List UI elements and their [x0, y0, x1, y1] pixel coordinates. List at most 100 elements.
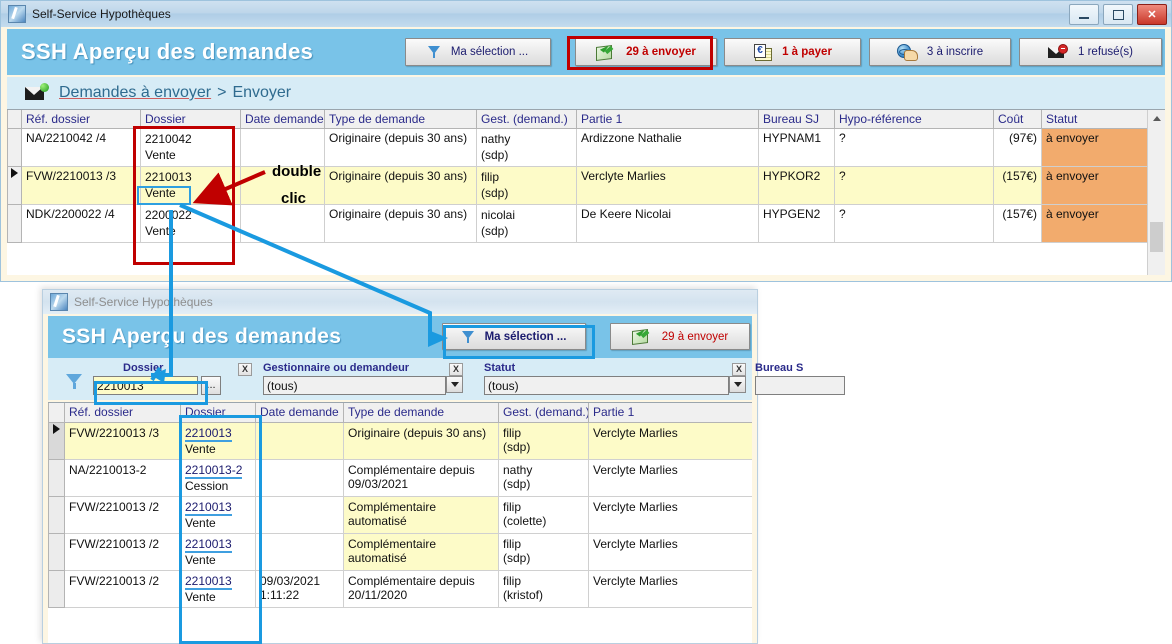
- filter-bureau-input[interactable]: [755, 376, 845, 395]
- sub-cell-gest-name: filip: [503, 536, 522, 551]
- filter-gestionnaire-input[interactable]: (tous): [263, 376, 446, 395]
- col-date-demande[interactable]: Date demande: [240, 110, 325, 129]
- sub-cell-type-demande: Complémentaire automatisé: [343, 495, 499, 534]
- status-badge: à envoyer: [1041, 166, 1151, 205]
- sub-grid: Réf. dossier Dossier Date demande Type d…: [48, 402, 752, 643]
- filter-gestionnaire-clear-button[interactable]: X: [449, 363, 463, 376]
- annotation-red-box-a-envoyer: [567, 36, 713, 70]
- maximize-button[interactable]: [1103, 4, 1133, 25]
- scroll-up-button[interactable]: [1148, 110, 1165, 127]
- sub-cell-partie1: Verclyte Marlies: [588, 458, 752, 497]
- minimize-button[interactable]: [1069, 4, 1099, 25]
- sub-col-partie1[interactable]: Partie 1: [588, 403, 752, 423]
- cell-ref-dossier: FVW/2210013 /3: [21, 166, 141, 205]
- cell-gest-name: nicolai: [481, 208, 516, 222]
- cell-hypo-reference: ?: [834, 166, 994, 205]
- chevron-down-icon: [733, 382, 742, 387]
- cell-gest-sub: (sdp): [481, 224, 509, 238]
- sub-cell-gest-name: filip: [503, 425, 522, 440]
- sub-table-row[interactable]: FVW/2210013 /2 2210013 Vente Complémenta…: [48, 495, 752, 534]
- sub-row-marker: [48, 569, 65, 608]
- sub-window-titlebar: Self-Service Hypothèques: [43, 290, 757, 314]
- main-grid-scrollbar[interactable]: [1147, 110, 1165, 275]
- sub-col-type-demande[interactable]: Type de demande: [343, 403, 499, 423]
- filter-statut-clear-button[interactable]: X: [732, 363, 746, 376]
- sub-table-row[interactable]: FVW/2210013 /2 2210013 Vente Complémenta…: [48, 532, 752, 571]
- col-gest-demand[interactable]: Gest. (demand.): [476, 110, 577, 129]
- filter-dossier-clear-button[interactable]: X: [238, 363, 252, 376]
- sub-col-date-demande[interactable]: Date demande: [255, 403, 344, 423]
- annotation-blue-box-dossier-cell: [137, 186, 191, 205]
- filter-bureau-label: Bureau S: [755, 362, 804, 374]
- toolbar-ma-selection-wrap: Ma sélection ...: [405, 38, 551, 66]
- cell-ref-dossier: NDK/2200022 /4: [21, 204, 141, 243]
- col-ref-dossier[interactable]: Réf. dossier: [21, 110, 141, 129]
- cell-ref-dossier: NA/2210042 /4: [21, 128, 141, 167]
- sub-cell-partie1: Verclyte Marlies: [588, 495, 752, 534]
- sub-table-row[interactable]: FVW/2210013 /2 2210013 Vente 09/03/2021 …: [48, 569, 752, 608]
- sub-cell-ref-dossier: FVW/2210013 /2: [64, 495, 181, 534]
- sub-cell-partie1: Verclyte Marlies: [588, 421, 752, 460]
- toolbar-refuses-wrap: 1 refusé(s): [1019, 38, 1162, 66]
- filter-statut-input[interactable]: (tous): [484, 376, 729, 395]
- sub-table-row[interactable]: NA/2210013-2 2210013-2 Cession Complémen…: [48, 458, 752, 497]
- sub-cell-ref-dossier: FVW/2210013 /2: [64, 569, 181, 608]
- sub-toolbar-a-envoyer-wrap: 29 à envoyer: [610, 323, 750, 350]
- col-bureau-sj[interactable]: Bureau SJ: [758, 110, 835, 129]
- ma-selection-button[interactable]: Ma sélection ...: [405, 38, 551, 66]
- cell-partie1: Ardizzone Nathalie: [576, 128, 759, 167]
- cell-cout: (157€): [993, 204, 1042, 243]
- sub-cell-date-demande: 09/03/2021 1:11:22: [255, 569, 344, 608]
- sub-header-band: SSH Aperçu des demandes Ma sélection ...…: [48, 316, 752, 358]
- main-window-title: Self-Service Hypothèques: [32, 7, 171, 21]
- sub-cell-partie1: Verclyte Marlies: [588, 569, 752, 608]
- a-inscrire-button[interactable]: 3 à inscrire: [869, 38, 1011, 66]
- refuses-button[interactable]: 1 refusé(s): [1019, 38, 1162, 66]
- sub-table-row[interactable]: FVW/2210013 /3 2210013 Vente Originaire …: [48, 421, 752, 460]
- filter-gestionnaire-dropdown-button[interactable]: [446, 376, 463, 393]
- sub-cell-type-demande: Originaire (depuis 30 ans): [343, 421, 499, 460]
- col-statut[interactable]: Statut: [1041, 110, 1151, 129]
- sub-cell-gest-sub: (sdp): [503, 439, 531, 454]
- sub-cell-gest: filip (sdp): [498, 532, 589, 571]
- chevron-down-icon: [450, 382, 459, 387]
- a-payer-label: 1 à payer: [782, 46, 832, 58]
- cell-bureau-sj: HYPNAM1: [758, 128, 835, 167]
- annotation-blue-box-sub-dossier-column: [179, 415, 262, 644]
- a-payer-button[interactable]: € 1 à payer: [724, 38, 861, 66]
- cell-date-demande: [240, 128, 325, 167]
- filter-statut-dropdown-button[interactable]: [729, 376, 746, 393]
- col-partie1[interactable]: Partie 1: [576, 110, 759, 129]
- sub-col-gest-demand[interactable]: Gest. (demand.): [498, 403, 589, 423]
- cell-gest-name: nathy: [481, 132, 511, 146]
- col-hypo-reference[interactable]: Hypo-référence: [834, 110, 994, 129]
- filter-gestionnaire-label: Gestionnaire ou demandeur: [263, 362, 410, 374]
- col-type-demande[interactable]: Type de demande: [324, 110, 477, 129]
- sub-cell-ref-dossier: NA/2210013-2: [64, 458, 181, 497]
- row-pointer-icon: [11, 168, 18, 178]
- cell-cout: (97€): [993, 128, 1042, 167]
- sub-col-ref-dossier[interactable]: Réf. dossier: [64, 403, 181, 423]
- close-button[interactable]: ✕: [1137, 4, 1167, 25]
- annotation-text-clic: clic: [281, 190, 307, 207]
- row-marker-selected: [7, 166, 22, 205]
- status-badge: à envoyer: [1041, 204, 1151, 243]
- filter-bureau: Bureau S: [755, 362, 845, 395]
- filter-gestionnaire: Gestionnaire ou demandeur (tous) X: [263, 362, 466, 395]
- sub-cell-date-demande: [255, 421, 344, 460]
- scrollbar-thumb[interactable]: [1150, 222, 1163, 252]
- col-cout[interactable]: Coût: [993, 110, 1042, 129]
- sub-cell-gest-sub: (kristof): [503, 587, 543, 602]
- sub-cell-ref-dossier: FVW/2210013 /3: [64, 421, 181, 460]
- sub-cell-date-demande: [255, 458, 344, 497]
- breadcrumb-link[interactable]: Demandes à envoyer: [59, 84, 211, 102]
- breadcrumb-current: Envoyer: [232, 84, 292, 101]
- sub-cell-gest-sub: (sdp): [503, 550, 531, 565]
- breadcrumb-separator: >: [217, 84, 227, 101]
- sub-a-envoyer-button[interactable]: 29 à envoyer: [610, 323, 750, 350]
- sub-cell-type-demande: Complémentaire depuis 20/11/2020: [343, 569, 499, 608]
- sub-cell-gest: nathy (sdp): [498, 458, 589, 497]
- sub-cell-type-demande: Complémentaire automatisé: [343, 532, 499, 571]
- filter-statut-label: Statut: [484, 362, 516, 374]
- annotation-text-double: double: [272, 163, 322, 180]
